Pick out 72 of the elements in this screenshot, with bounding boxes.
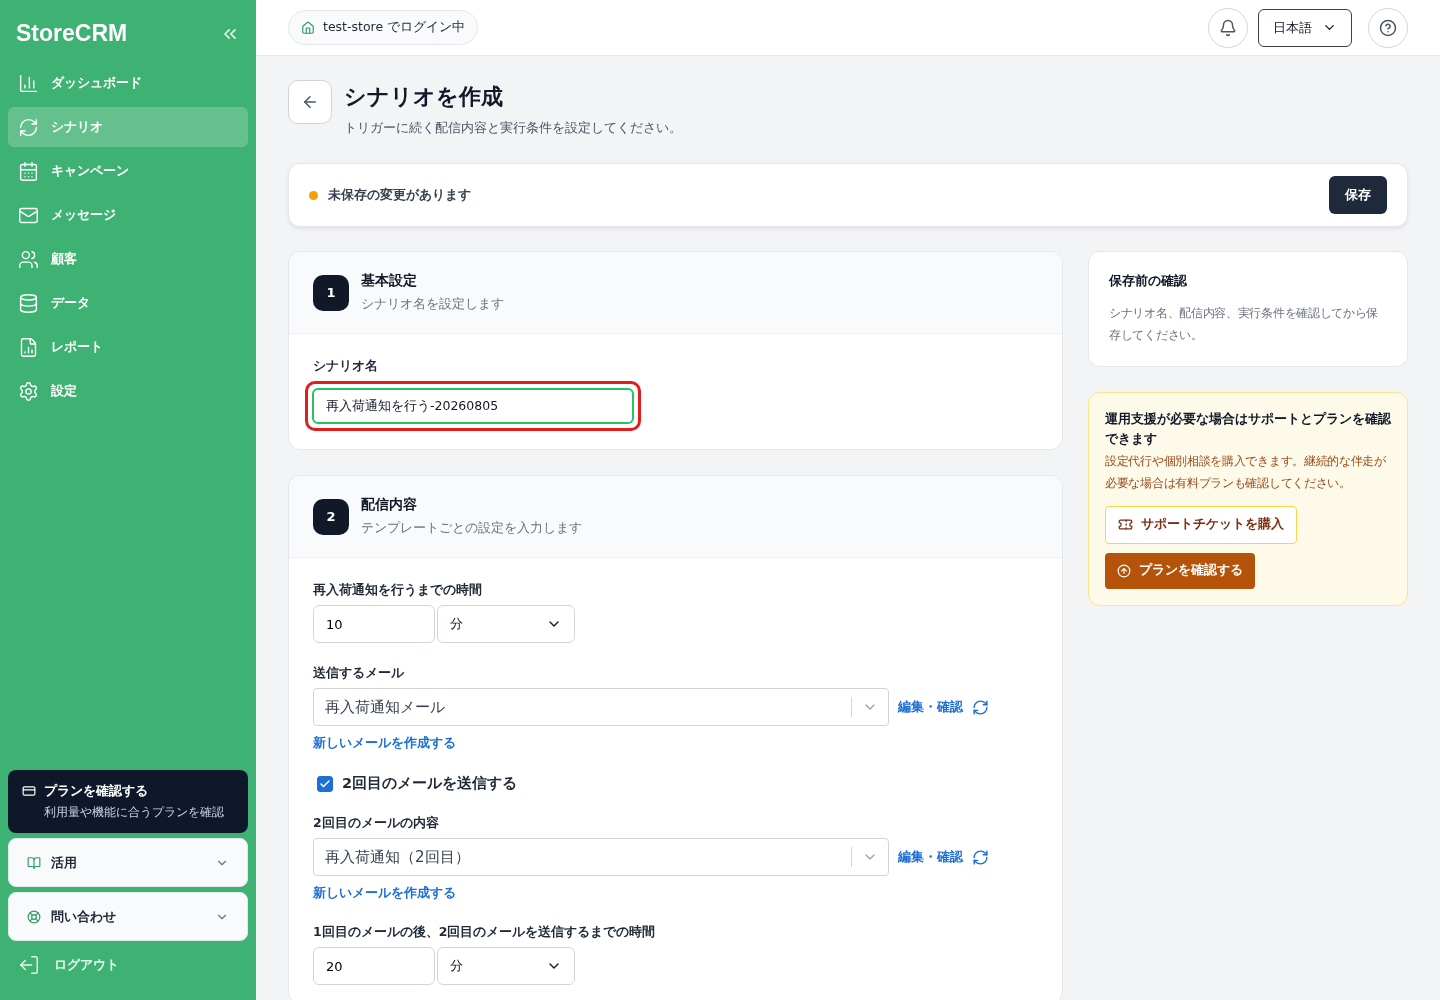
book-icon: [27, 855, 41, 870]
save-button[interactable]: 保存: [1329, 176, 1387, 214]
nav-item[interactable]: レポート: [8, 327, 248, 367]
unsaved-message: 未保存の変更があります: [328, 186, 471, 204]
logout-icon: [18, 954, 40, 976]
credit-card-icon: [22, 784, 36, 798]
store-badge-text: test-store でログイン中: [323, 19, 466, 36]
status-dot: [309, 190, 318, 200]
settings-icon: [18, 380, 39, 402]
plan-card-title: プランを確認する: [44, 782, 148, 800]
create-mail-link[interactable]: 新しいメールを作成する: [313, 885, 456, 900]
refresh-icon: [18, 116, 39, 138]
unit-select[interactable]: 分: [437, 947, 575, 985]
lifebuoy-icon: [27, 909, 41, 924]
nav-item[interactable]: 顧客: [8, 239, 248, 279]
nav-item[interactable]: 設定: [8, 371, 248, 411]
field-label: 1回目のメールの後、2回目のメールを送信するまでの時間: [313, 924, 657, 941]
app-logo: StoreCRM: [16, 20, 128, 47]
field-label: 再入荷通知を行うまでの時間: [313, 582, 483, 599]
page-subtitle: トリガーに続く配信内容と実行条件を設定してください。: [344, 120, 682, 137]
bell-icon: [1219, 18, 1237, 37]
language-select[interactable]: 日本語: [1258, 8, 1352, 47]
checkbox[interactable]: [317, 775, 333, 792]
plan-card[interactable]: プランを確認する 利用量や機能に合うプランを確認: [8, 770, 248, 833]
notifications-button[interactable]: [1208, 7, 1248, 48]
checkbox-label: 2回目のメールを送信する: [342, 774, 518, 793]
review-title: 保存前の確認: [1109, 272, 1188, 290]
plan-button[interactable]: プランを確認する: [1105, 552, 1255, 589]
home-icon: [301, 20, 315, 35]
database-icon: [18, 292, 39, 314]
unit-select[interactable]: 分: [437, 605, 575, 643]
field-label: 送信するメール: [313, 665, 405, 682]
mail-select[interactable]: 再入荷通知（2回目）: [313, 838, 889, 876]
plan-card-subtitle: 利用量や機能に合うプランを確認: [43, 804, 224, 821]
refresh-icon[interactable]: [972, 698, 989, 716]
calendar-icon: [18, 160, 39, 182]
nav-item[interactable]: メッセージ: [8, 195, 248, 235]
report-icon: [18, 336, 39, 358]
refresh-icon[interactable]: [972, 848, 989, 866]
page-title: シナリオを作成: [344, 83, 504, 111]
step-title: 基本設定: [361, 272, 418, 290]
nav-item[interactable]: キャンペーン: [8, 151, 248, 191]
nav-item[interactable]: データ: [8, 283, 248, 323]
arrow-up-circle-icon: [1117, 563, 1131, 578]
create-mail-link[interactable]: 新しいメールを作成する: [313, 735, 456, 750]
bar-chart-icon: [18, 72, 39, 94]
step-title: 配信内容: [361, 496, 418, 514]
accordion-section[interactable]: 問い合わせ: [8, 892, 248, 941]
step-subtitle: テンプレートごとの設定を入力します: [361, 520, 582, 537]
back-button[interactable]: [288, 80, 332, 124]
support-ticket-button[interactable]: サポートチケットを購入: [1105, 505, 1297, 544]
number-input[interactable]: 20: [313, 947, 435, 985]
step-number: 2: [313, 498, 349, 535]
support-title: 運用支援が必要な場合はサポートとプランを確認できます: [1105, 410, 1391, 449]
step-number: 1: [313, 274, 349, 311]
ticket-icon: [1118, 517, 1133, 533]
checkmark-icon: [319, 777, 331, 790]
support-text: 設定代行や個別相談を購入できます。継続的な伴走が必要な場合は有料プランも確認してください。: [1105, 453, 1387, 492]
review-text: シナリオ名、配信内容、実行条件を確認してから保存してください。: [1109, 305, 1380, 345]
number-input[interactable]: 10: [313, 605, 435, 643]
field-label: シナリオ名: [313, 358, 379, 375]
field-label: 2回目のメールの内容: [313, 815, 440, 832]
users-icon: [18, 248, 39, 270]
scenario-name-input[interactable]: 再入荷通知を行う-20260805: [312, 388, 634, 424]
edit-link[interactable]: 編集・確認: [898, 848, 963, 866]
edit-link[interactable]: 編集・確認: [898, 698, 963, 716]
nav-item[interactable]: ダッシュボード: [8, 63, 248, 103]
help-icon: [1379, 18, 1397, 37]
mail-select[interactable]: 再入荷通知メール: [313, 688, 889, 726]
step-subtitle: シナリオ名を設定します: [361, 296, 504, 313]
help-button[interactable]: [1368, 7, 1408, 48]
accordion-section[interactable]: 活用: [8, 838, 248, 887]
